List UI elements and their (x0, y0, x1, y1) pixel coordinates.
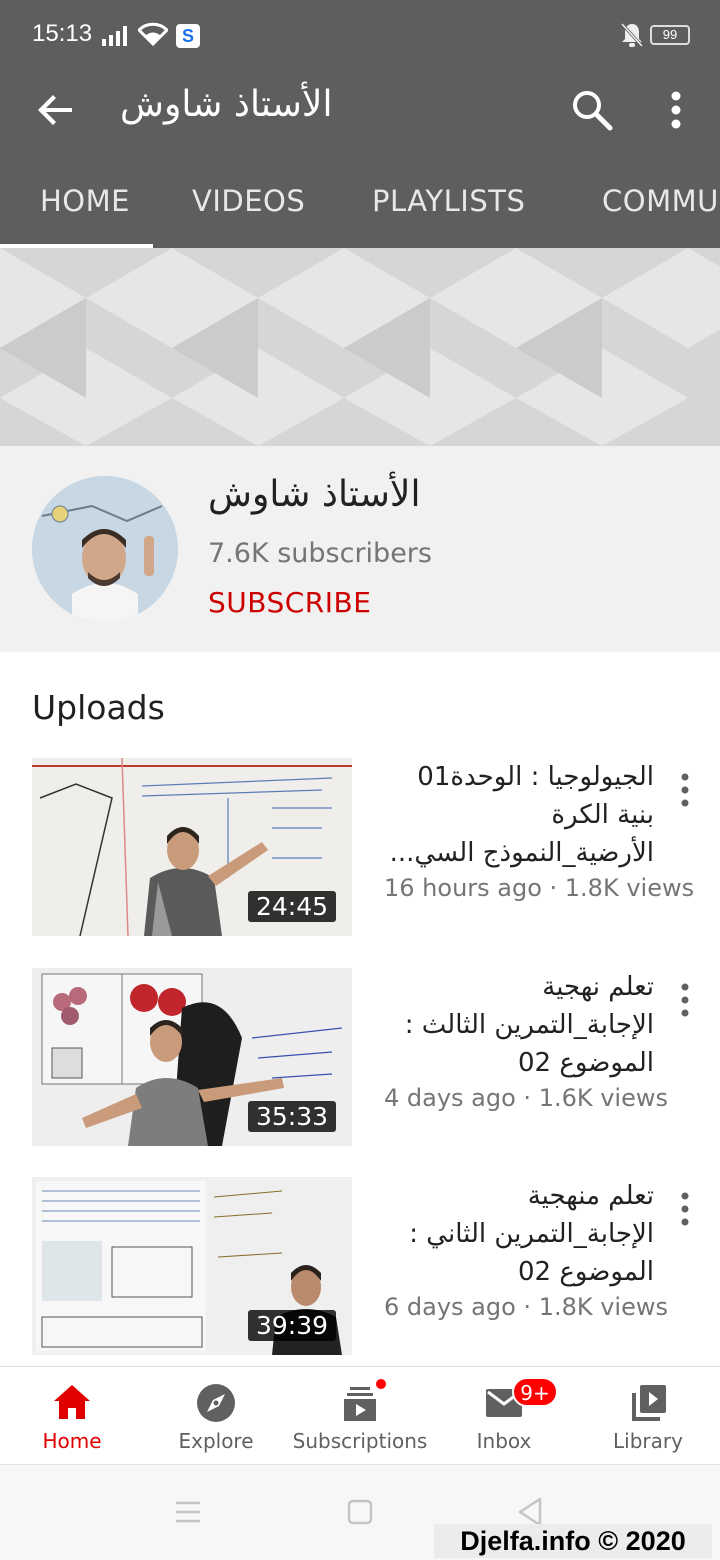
channel-avatar[interactable] (32, 476, 178, 622)
search-icon[interactable] (566, 84, 618, 136)
tab-home[interactable]: HOME (40, 184, 130, 218)
page-title: الأستاذ شاوش (120, 84, 333, 125)
video-meta: 16 hours ago · 1.8K views (384, 874, 695, 902)
home-icon (54, 1385, 90, 1419)
more-vert-icon[interactable] (656, 84, 696, 136)
video-meta: 4 days ago · 1.6K views (384, 1084, 668, 1112)
channel-banner (0, 248, 720, 446)
app-bar: الأستاذ شاوش HOME VIDEOS PLAYLISTS COMMU… (0, 70, 720, 248)
video-more-icon[interactable] (668, 770, 702, 810)
inbox-badge: 9+ (512, 1377, 558, 1407)
nav-home-label: Home (42, 1429, 102, 1453)
nav-subscriptions[interactable]: Subscriptions (288, 1367, 432, 1465)
nav-subscriptions-label: Subscriptions (292, 1429, 428, 1453)
status-bar: 15:13 S 99 (0, 0, 720, 70)
nav-inbox[interactable]: 9+ Inbox (432, 1367, 576, 1465)
video-meta: 6 days ago · 1.8K views (384, 1293, 668, 1321)
watermark: Djelfa.info © 2020 (434, 1524, 712, 1558)
video-title[interactable]: تعلم منهجية الإجابة_التمرين الثاني : الم… (384, 1177, 654, 1291)
video-duration: 35:33 (247, 1101, 336, 1132)
video-duration: 39:39 (247, 1310, 336, 1341)
video-more-icon[interactable] (668, 1189, 702, 1229)
channel-header: الأستاذ شاوش 7.6K subscribers SUBSCRIBE (0, 446, 720, 652)
video-item[interactable]: 24:45 الجيولوجيا : الوحدة01 بنية الكرة ا… (0, 758, 720, 938)
nav-library[interactable]: Library (576, 1367, 720, 1465)
video-title[interactable]: تعلم نهجية الإجابة_التمرين الثالث : المو… (384, 968, 654, 1082)
video-thumbnail[interactable]: 24:45 (32, 758, 352, 936)
battery-icon: 99 (650, 25, 690, 45)
video-thumbnail[interactable]: 35:33 (32, 968, 352, 1146)
bottom-navigation: Home Explore Subscriptions 9+ Inbox Libr… (0, 1366, 720, 1464)
channel-name: الأستاذ شاوش (208, 474, 421, 515)
signal-icon (102, 24, 127, 46)
status-time: 15:13 (32, 20, 93, 47)
menu-icon[interactable] (168, 1495, 208, 1529)
channel-tabs: HOME VIDEOS PLAYLISTS COMMUNITY (0, 170, 720, 248)
app-notification-icon: S (176, 24, 200, 48)
video-duration: 24:45 (247, 891, 336, 922)
nav-library-label: Library (613, 1429, 683, 1453)
nav-explore-label: Explore (178, 1429, 254, 1453)
video-thumbnail[interactable]: 39:39 (32, 1177, 352, 1355)
nav-home[interactable]: Home (0, 1367, 144, 1465)
tab-videos[interactable]: VIDEOS (192, 184, 305, 218)
video-item[interactable]: 35:33 تعلم نهجية الإجابة_التمرين الثالث … (0, 968, 720, 1148)
notifications-off-icon (620, 22, 644, 48)
wifi-icon (138, 22, 168, 46)
back-arrow-icon[interactable] (32, 86, 80, 134)
compass-icon (197, 1384, 235, 1422)
nav-inbox-label: Inbox (476, 1429, 532, 1453)
subscribe-button[interactable]: SUBSCRIBE (208, 586, 371, 619)
video-more-icon[interactable] (668, 980, 702, 1020)
tab-community[interactable]: COMMUNITY (602, 184, 720, 218)
subscriber-count: 7.6K subscribers (208, 538, 432, 569)
tab-playlists[interactable]: PLAYLISTS (372, 184, 525, 218)
home-square-icon[interactable] (340, 1495, 380, 1529)
video-title[interactable]: الجيولوجيا : الوحدة01 بنية الكرة الأرضية… (384, 758, 654, 872)
uploads-heading[interactable]: Uploads (32, 688, 165, 727)
video-item[interactable]: 39:39 تعلم منهجية الإجابة_التمرين الثاني… (0, 1177, 720, 1357)
nav-explore[interactable]: Explore (144, 1367, 288, 1465)
library-icon (632, 1385, 666, 1421)
new-content-dot (374, 1377, 388, 1391)
